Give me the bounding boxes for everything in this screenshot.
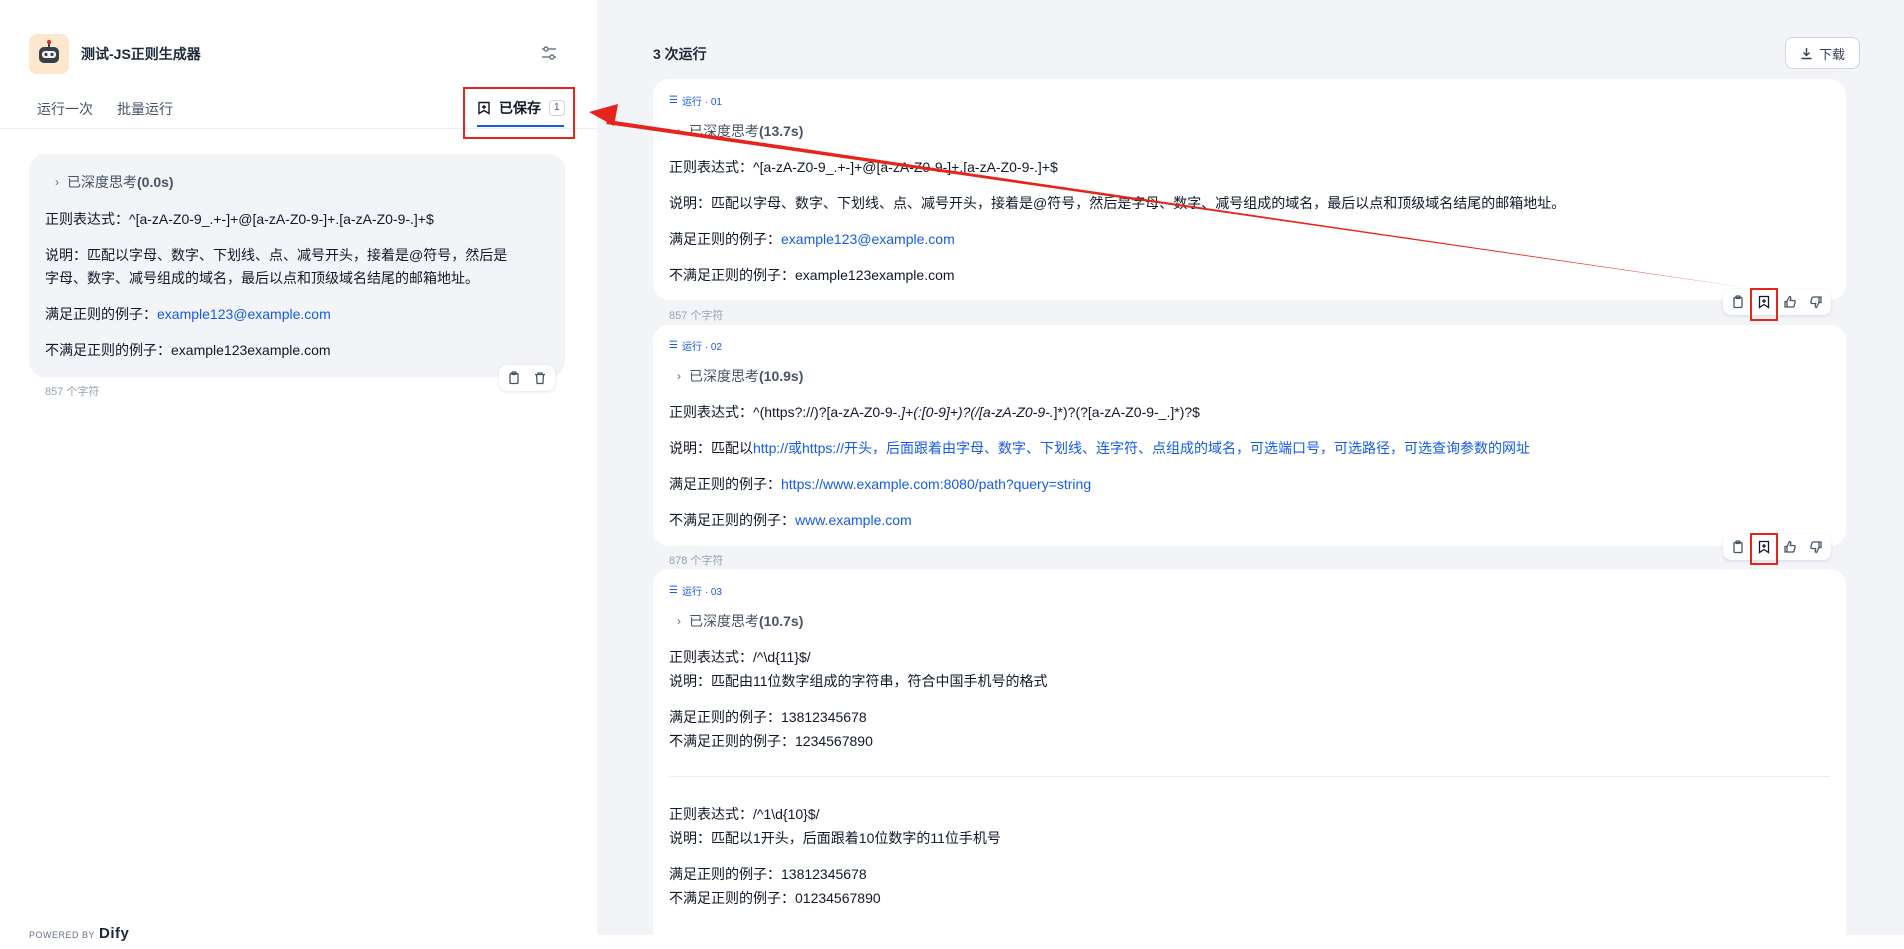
annotation-arrow	[589, 104, 1749, 288]
